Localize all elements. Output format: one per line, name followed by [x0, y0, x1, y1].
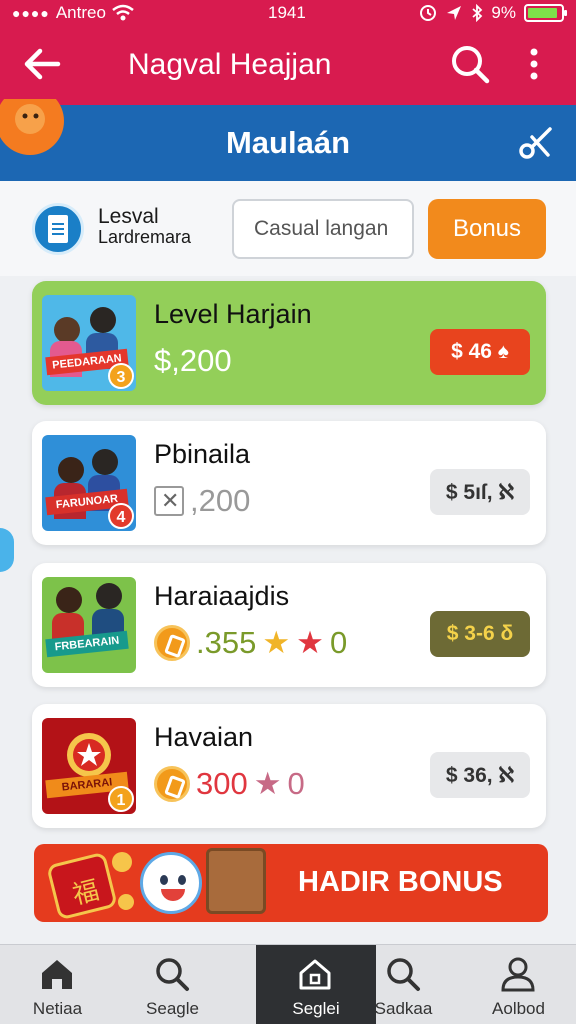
status-time: 1941 [268, 3, 306, 22]
search-icon[interactable] [448, 42, 492, 86]
card-title: Pbinaila [154, 439, 251, 469]
side-drawer-handle[interactable] [0, 528, 14, 572]
gift-box-icon [206, 848, 266, 914]
nav-label: Sadkaa [374, 999, 433, 1018]
rank-badge: 1 [108, 786, 134, 812]
promo-banner[interactable]: HADIR BONUS [34, 844, 548, 922]
signal-dots-icon: ●●●● [12, 5, 50, 21]
level-card[interactable]: FARUNOAR 4 Pbinaila ,200 $ 5ıſ, ℵ [32, 421, 546, 545]
card-thumbnail: FARUNOAR 4 [42, 435, 136, 531]
battery-level [528, 8, 557, 18]
nav-item-profile[interactable]: Aolbod [461, 945, 576, 1024]
star-icon: ★ [253, 766, 282, 801]
card-thumbnail: BARARAI 1 [42, 718, 136, 814]
back-arrow-icon[interactable] [20, 42, 64, 86]
category-input[interactable] [232, 199, 414, 259]
price-button[interactable]: $ 46 ♠ [430, 329, 530, 375]
mascot-face-icon [140, 852, 202, 914]
scissors-icon[interactable] [518, 125, 554, 161]
profile-icon [501, 957, 535, 992]
coin-icon [154, 766, 190, 802]
red-envelope-icon [46, 851, 118, 921]
card-title: Level Harjain [154, 299, 312, 329]
location-icon [447, 6, 462, 20]
bonus-button[interactable]: Bonus [428, 199, 546, 259]
search-icon [387, 958, 420, 991]
bluetooth-icon [472, 4, 483, 22]
level-card[interactable]: BARARAI 1 Havaian 300 ★ 0 $ 36, ℵ [32, 704, 546, 828]
alarm-icon [420, 5, 437, 21]
battery-percent: 9% [491, 3, 516, 22]
section-title: Maulaán [225, 125, 351, 160]
level-label-line1: Lesval [98, 205, 159, 228]
card-title: Haraiaajdis [154, 581, 290, 611]
bottom-nav: Netiaa Seagle Seglei Sadkaa Aolbod [0, 944, 576, 1024]
status-bar: ●●●● Antreo 1941 9% [0, 0, 576, 26]
coin-icon [118, 894, 134, 910]
card-amount-value: .355 [196, 625, 257, 660]
card-amount: $,200 [154, 343, 232, 379]
battery-icon [524, 4, 567, 22]
carrier-name: Antreo [55, 3, 106, 22]
price-button[interactable]: $ 3-6 δ [430, 611, 530, 657]
level-card[interactable]: PEEDARAAN 3 Level Harjain $,200 $ 46 ♠ [32, 281, 546, 405]
home-outline-icon [299, 959, 331, 990]
nav-item-search[interactable]: Seagle [115, 945, 230, 1024]
level-label: Lesval Lardremara [98, 205, 192, 247]
more-vertical-icon[interactable] [516, 42, 552, 86]
wifi-icon [112, 4, 134, 21]
card-amount-suffix: 0 [329, 625, 348, 660]
card-thumbnail: PEEDARAAN 3 [42, 295, 136, 391]
card-amount-suffix: 0 [287, 766, 305, 801]
promo-text: HADIR BONUS [298, 866, 503, 898]
level-label-line2: Lardremara [98, 227, 192, 247]
app-title: Nagval Heajjan [128, 48, 332, 81]
top-bar: ●●●● Antreo 1941 9% Nagval Heajjan [0, 0, 576, 105]
filter-row: Lesval Lardremara Bonus [0, 181, 576, 276]
card-amount-value: ,200 [190, 483, 251, 518]
nav-label: Netiaa [32, 999, 83, 1018]
price-button[interactable]: $ 36, ℵ [430, 752, 530, 798]
nav-label: Aolbod [492, 999, 545, 1018]
card-amount: 300 ★ 0 [154, 766, 305, 802]
search-icon [156, 958, 189, 991]
card-title: Havaian [154, 722, 254, 752]
nav-item-home[interactable]: Netiaa [0, 945, 115, 1024]
star-icon: ★ [296, 625, 324, 660]
level-card[interactable]: FRBEARAIN Haraiaajdis .355 ★ ★ 0 $ 3-6 δ [32, 563, 546, 687]
nav-item-search-2[interactable]: Sadkaa [346, 945, 461, 1024]
document-icon[interactable] [32, 203, 84, 255]
star-icon: ★ [262, 625, 291, 660]
nav-label: Seagle [146, 999, 199, 1018]
coin-icon [112, 852, 132, 872]
card-amount: .355 ★ ★ 0 [154, 625, 347, 661]
section-header: Maulaán [0, 99, 576, 181]
card-amount: ,200 [154, 483, 250, 519]
app-bar: Nagval Heajjan [0, 34, 576, 98]
coin-icon [154, 625, 190, 661]
card-amount-value: $,200 [154, 343, 232, 378]
price-button[interactable]: $ 5ıſ, ℵ [430, 469, 530, 515]
checkbox-icon [154, 486, 184, 516]
card-amount-value: 300 [196, 766, 248, 801]
rank-badge: 4 [108, 503, 134, 529]
rank-badge: 3 [108, 363, 134, 389]
home-icon [42, 960, 72, 989]
card-thumbnail: FRBEARAIN [42, 577, 136, 673]
